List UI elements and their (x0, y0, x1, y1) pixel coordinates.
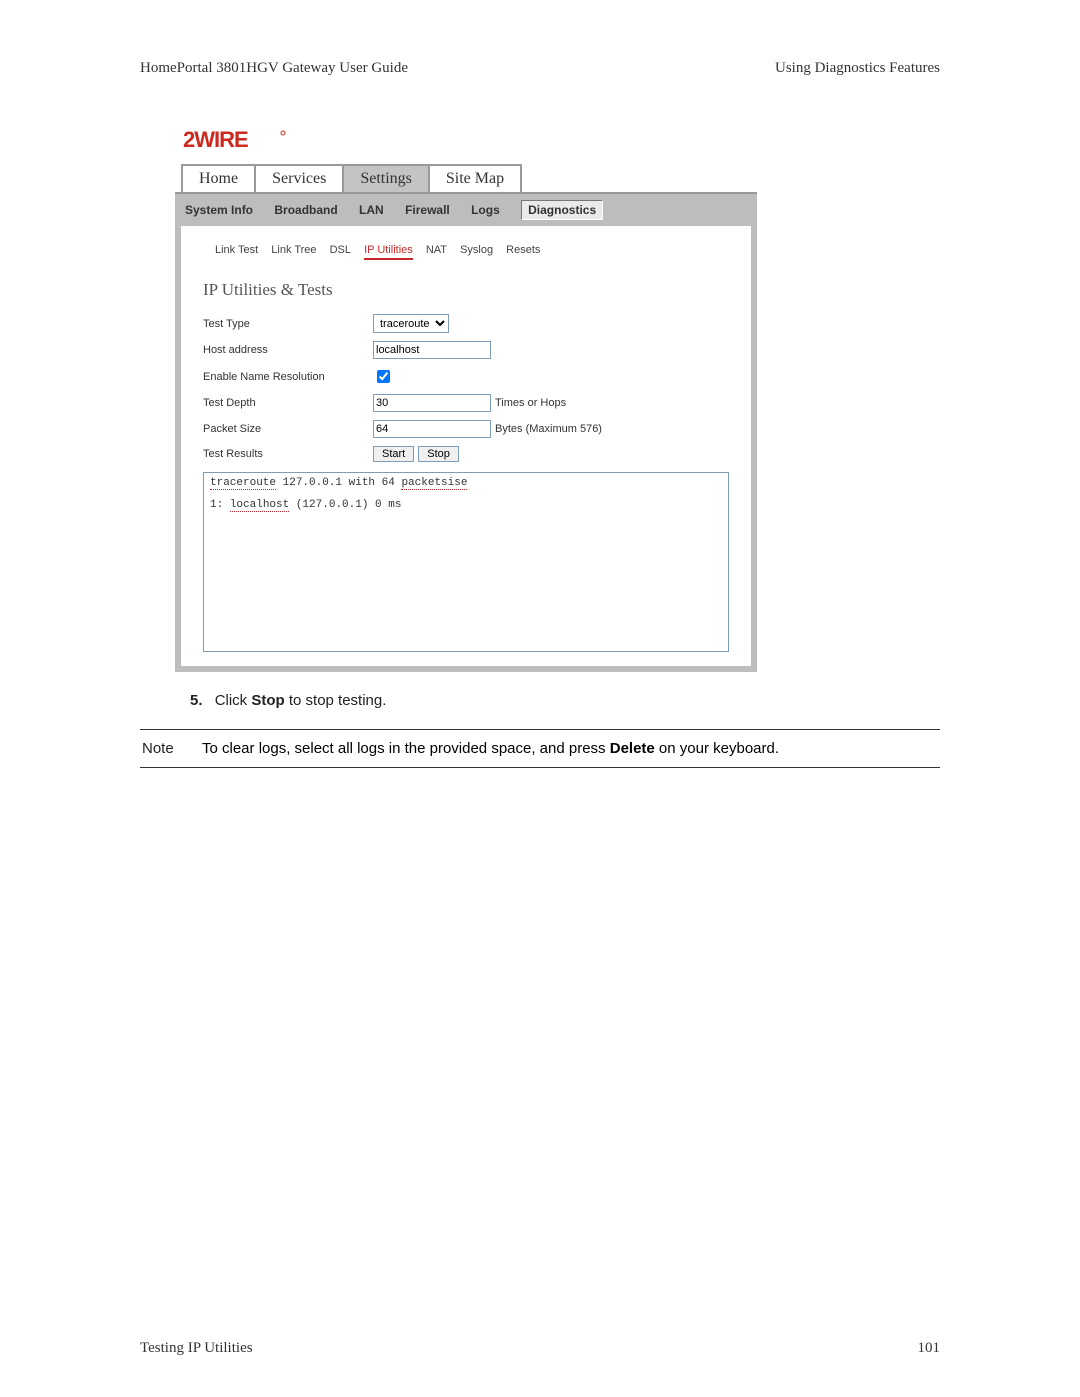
label-test-results: Test Results (203, 448, 373, 460)
input-packet-size[interactable] (373, 420, 491, 438)
top-tabbar: HomeServicesSettingsSite Map (175, 164, 757, 192)
tab-home[interactable]: Home (181, 164, 256, 192)
subnav-broadband[interactable]: Broadband (274, 203, 337, 217)
subnav-lan[interactable]: LAN (359, 203, 384, 217)
svg-text:2WIRE: 2WIRE (183, 127, 248, 152)
suffix-packet-size: Bytes (Maximum 576) (495, 423, 602, 435)
router-ui-screenshot: 2WIRE HomeServicesSettingsSite Map Syste… (175, 113, 757, 672)
logo-2wire: 2WIRE (183, 127, 291, 158)
settings-subnav: System Info Broadband LAN Firewall Logs … (175, 192, 757, 226)
tab-settings[interactable]: Settings (342, 164, 430, 192)
step-number: 5. (190, 692, 203, 709)
diag-links: Link Test Link Tree DSL IP Utilities NAT… (181, 230, 751, 272)
results-line-1: traceroute 127.0.0.1 with 64 packetsise (210, 477, 722, 489)
diag-link-linktree[interactable]: Link Tree (271, 244, 316, 256)
diag-link-iputilities[interactable]: IP Utilities (364, 244, 413, 260)
subnav-logs[interactable]: Logs (471, 203, 500, 217)
section-title: IP Utilities & Tests (181, 272, 751, 310)
note-block: Note To clear logs, select all logs in t… (140, 729, 940, 768)
tab-sitemap[interactable]: Site Map (428, 164, 522, 192)
diagnostics-panel: Link Test Link Tree DSL IP Utilities NAT… (181, 226, 751, 666)
input-test-depth[interactable] (373, 394, 491, 412)
results-line-2: 1: localhost (127.0.0.1) 0 ms (210, 499, 722, 511)
doc-header: HomePortal 3801HGV Gateway User Guide Us… (140, 60, 940, 77)
tab-services[interactable]: Services (254, 164, 344, 192)
subnav-system-info[interactable]: System Info (185, 203, 253, 217)
diag-link-syslog[interactable]: Syslog (460, 244, 493, 256)
diag-link-resets[interactable]: Resets (506, 244, 540, 256)
diag-link-nat[interactable]: NAT (426, 244, 447, 256)
header-left: HomePortal 3801HGV Gateway User Guide (140, 60, 408, 77)
header-right: Using Diagnostics Features (775, 60, 940, 77)
diag-link-linktest[interactable]: Link Test (215, 244, 258, 256)
label-test-type: Test Type (203, 318, 373, 330)
footer-right: 101 (918, 1340, 941, 1357)
label-test-depth: Test Depth (203, 397, 373, 409)
test-results-output[interactable]: traceroute 127.0.0.1 with 64 packetsise … (203, 472, 729, 652)
suffix-test-depth: Times or Hops (495, 397, 566, 409)
stop-button[interactable]: Stop (418, 446, 459, 462)
label-packet-size: Packet Size (203, 423, 373, 435)
label-enable-name-resolution: Enable Name Resolution (203, 371, 373, 383)
checkbox-enable-name-resolution[interactable] (377, 370, 390, 383)
doc-footer: Testing IP Utilities 101 (140, 1340, 940, 1357)
logo-row: 2WIRE (175, 113, 757, 164)
input-host-address[interactable] (373, 341, 491, 359)
start-button[interactable]: Start (373, 446, 414, 462)
footer-left: Testing IP Utilities (140, 1340, 253, 1357)
subnav-firewall[interactable]: Firewall (405, 203, 450, 217)
diag-link-dsl[interactable]: DSL (330, 244, 351, 256)
subnav-diagnostics[interactable]: Diagnostics (521, 200, 603, 220)
label-host-address: Host address (203, 344, 373, 356)
ip-utilities-form: Test Type traceroute Host address Enable… (181, 310, 751, 466)
note-text: To clear logs, select all logs in the pr… (202, 740, 940, 757)
note-label: Note (140, 740, 202, 757)
instruction-step-5: 5. Click Stop to stop testing. (190, 692, 940, 709)
select-test-type[interactable]: traceroute (373, 314, 449, 333)
